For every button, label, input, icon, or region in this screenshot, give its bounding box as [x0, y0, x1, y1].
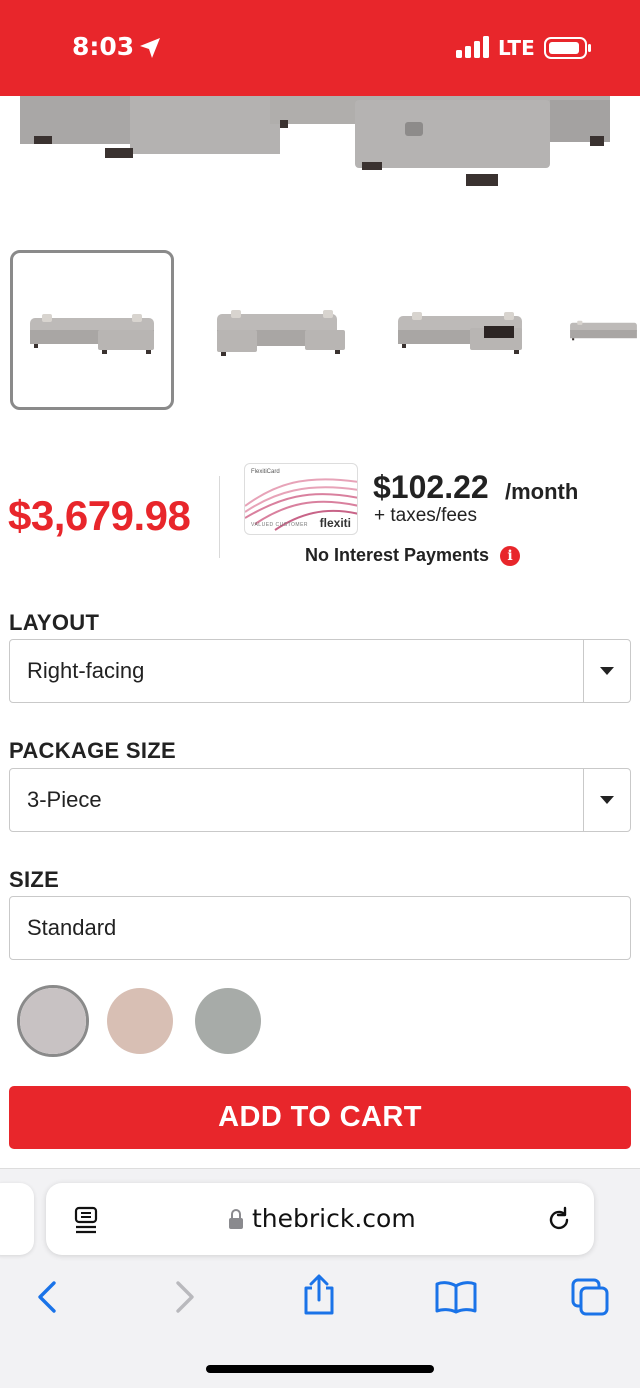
thumbnail-2[interactable] — [193, 250, 357, 410]
sofa-image — [20, 96, 610, 186]
card-holder: VALUED CUSTOMER — [251, 522, 309, 528]
size-field[interactable]: Standard — [9, 896, 631, 960]
location-arrow-icon — [140, 38, 160, 58]
package-size-label: PACKAGE SIZE — [9, 738, 176, 763]
thumbnail-1[interactable] — [10, 250, 174, 410]
chevron-down-icon — [600, 796, 614, 804]
reader-mode-icon[interactable] — [72, 1205, 102, 1235]
signal-icon — [456, 36, 489, 58]
thumbnail-3[interactable] — [376, 250, 540, 410]
sofa-thumbnail-image — [217, 310, 345, 356]
status-bar: 8:03 LTE — [0, 0, 640, 96]
product-main-image[interactable] — [0, 96, 640, 226]
package-size-value: 3-Piece — [27, 787, 102, 812]
sofa-thumbnail-image — [30, 314, 154, 354]
layout-label: LAYOUT — [9, 610, 100, 635]
thumbnail-4[interactable] — [560, 250, 640, 410]
flexiti-card-image[interactable]: FlexitiCard VALUED CUSTOMER flexiti — [244, 463, 358, 535]
swatch-light-grey[interactable] — [20, 988, 86, 1054]
previous-tab[interactable] — [0, 1183, 34, 1255]
layout-value: Right-facing — [27, 658, 145, 683]
status-time: 8:03 — [72, 32, 135, 61]
layout-select[interactable]: Right-facing — [9, 639, 631, 703]
card-brand: flexiti — [319, 516, 351, 530]
network-type: LTE — [498, 36, 535, 60]
fees-note: + taxes/fees — [374, 505, 477, 526]
sofa-thumbnail-image — [570, 320, 637, 341]
reload-icon[interactable] — [544, 1205, 574, 1235]
tabs-icon[interactable] — [570, 1277, 610, 1317]
sofa-thumbnail-image — [398, 312, 522, 354]
swatch-grey-green[interactable] — [195, 988, 261, 1054]
home-indicator[interactable] — [206, 1365, 434, 1373]
package-size-select[interactable]: 3-Piece — [9, 768, 631, 832]
price-divider — [219, 476, 220, 558]
card-header: FlexitiCard — [251, 469, 280, 475]
info-icon[interactable]: i — [500, 546, 520, 566]
size-label: SIZE — [9, 867, 60, 892]
forward-icon[interactable] — [172, 1280, 198, 1314]
bookmarks-icon[interactable] — [434, 1280, 478, 1314]
swatch-beige[interactable] — [107, 988, 173, 1054]
select-divider — [583, 769, 584, 831]
share-icon[interactable] — [300, 1274, 338, 1316]
monthly-amount: $102.22 — [373, 469, 489, 505]
monthly-unit: /month — [505, 479, 579, 504]
battery-icon — [544, 37, 591, 59]
lock-icon — [229, 1209, 243, 1229]
add-to-cart-button[interactable]: ADD TO CART — [9, 1086, 631, 1149]
url-text[interactable]: thebrick.com — [252, 1204, 416, 1233]
select-divider — [583, 640, 584, 702]
back-icon[interactable] — [34, 1280, 60, 1314]
size-value: Standard — [27, 915, 117, 940]
no-interest-label: No Interest Payments — [305, 545, 490, 565]
product-price: $3,679.98 — [8, 492, 191, 539]
chevron-down-icon — [600, 667, 614, 675]
